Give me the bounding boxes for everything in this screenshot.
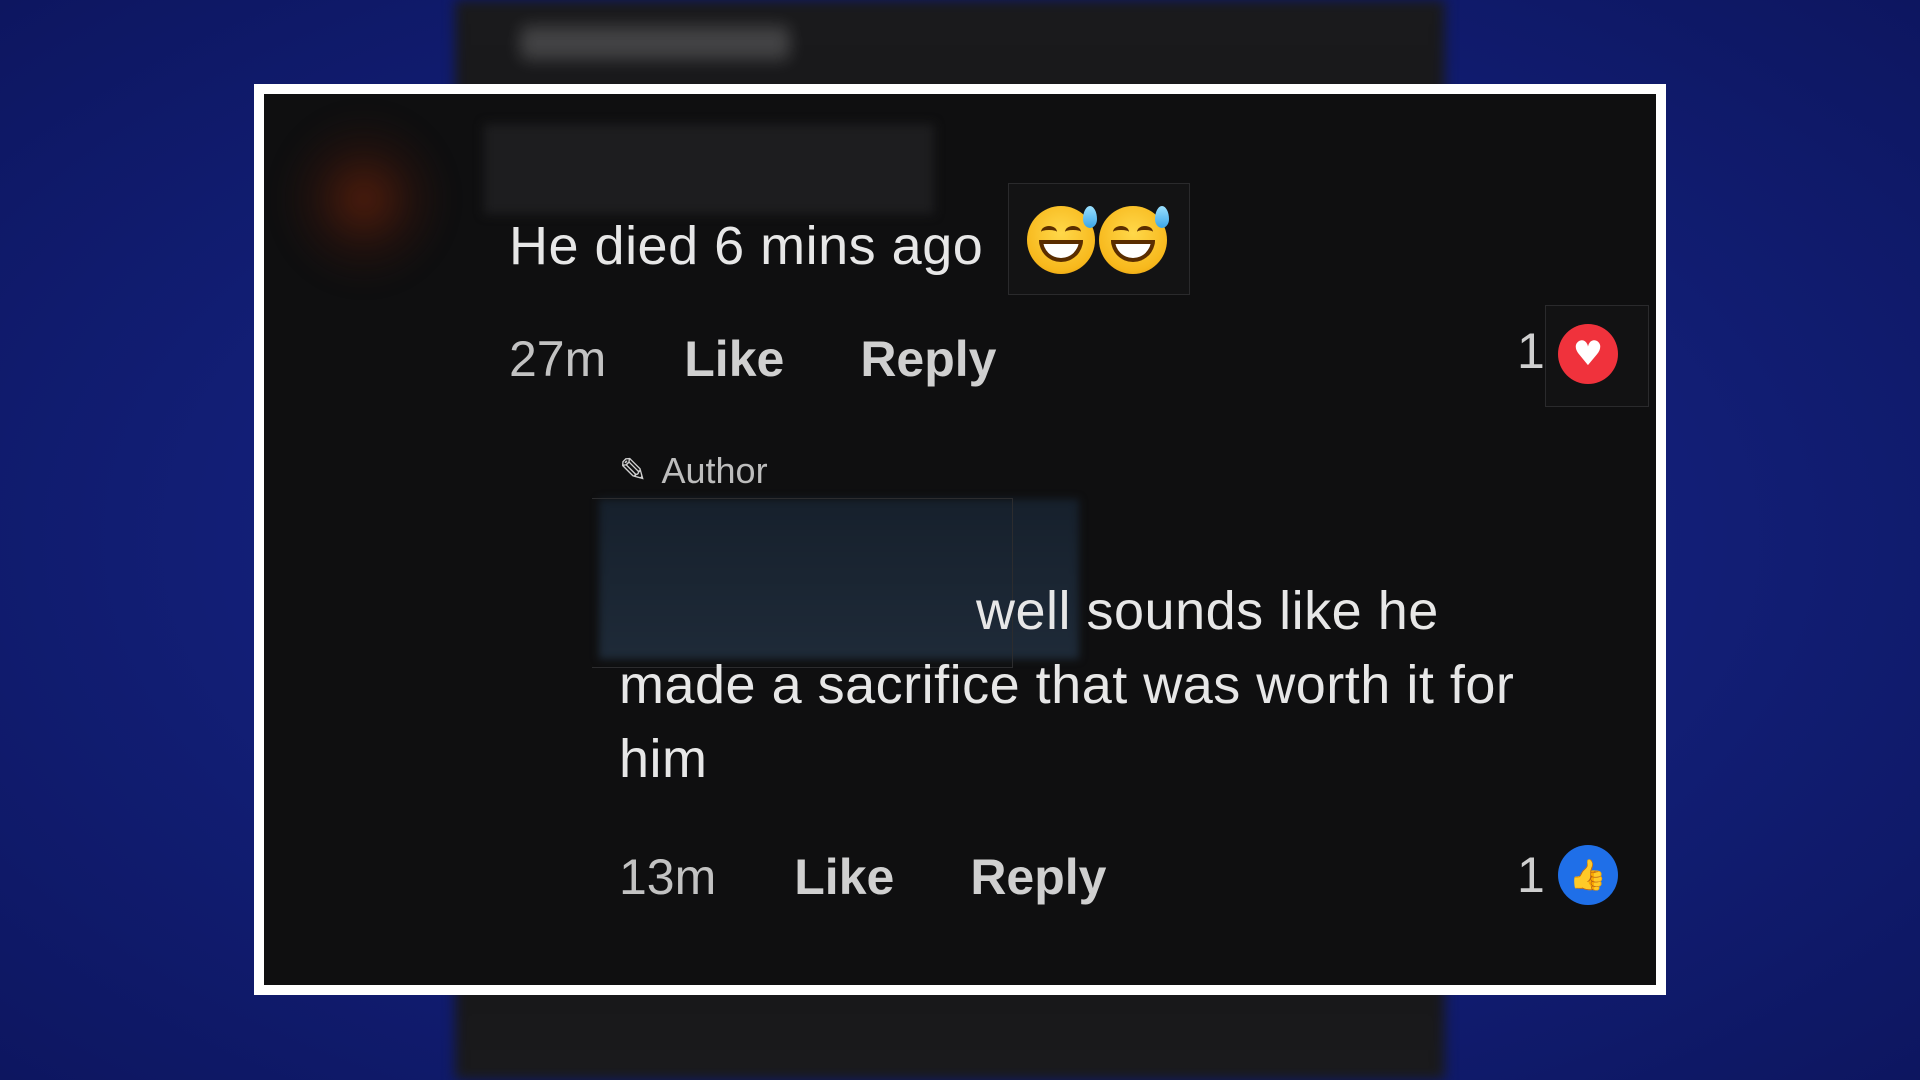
comment-thread-panel: He died 6 mins ago 27m Like Reply 1 ♥ ✎ … [264, 94, 1656, 985]
thumbs-up-icon[interactable]: 👍 [1558, 845, 1618, 905]
reaction-count: 1 [1517, 323, 1545, 379]
like-button[interactable]: Like [684, 330, 784, 388]
author-badge: ✎ Author [619, 450, 768, 492]
emoji-group [1008, 183, 1190, 295]
redacted-commenter-name [484, 124, 934, 214]
redacted-avatar [284, 114, 444, 284]
heart-icon: ♥ [1558, 324, 1618, 384]
reply-text-rest: made a sacrifice that was worth it for h… [619, 655, 1515, 789]
reply-text-line1: well sounds like he [976, 581, 1439, 641]
reply-actions: 13m Like Reply [619, 848, 1107, 906]
comment-text: He died 6 mins ago [509, 216, 984, 276]
reply-reply-button[interactable]: Reply [970, 848, 1106, 906]
grinning-face-with-sweat-icon [1027, 206, 1097, 274]
comment-timestamp: 27m [509, 331, 607, 387]
pencil-icon: ✎ [619, 452, 648, 490]
background-blurred-header [520, 26, 790, 60]
comment-actions: 27m Like Reply [509, 330, 997, 388]
reply-reaction-count: 1 [1517, 847, 1545, 903]
reply-button[interactable]: Reply [860, 330, 996, 388]
reply-timestamp: 13m [619, 849, 717, 905]
grinning-face-with-sweat-icon [1099, 206, 1169, 274]
screenshot-frame: He died 6 mins ago 27m Like Reply 1 ♥ ✎ … [254, 84, 1666, 995]
author-badge-label: Author [661, 450, 768, 491]
redaction-box-outline [592, 498, 1013, 668]
reply-like-button[interactable]: Like [794, 848, 894, 906]
